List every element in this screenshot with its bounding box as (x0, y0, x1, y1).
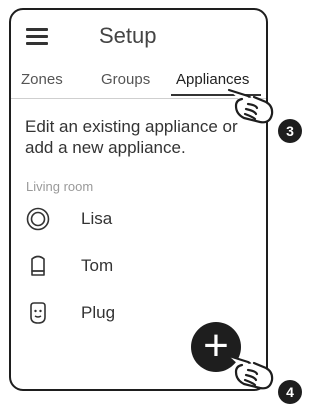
step-number-badge: 4 (278, 380, 302, 404)
tall-speaker-icon (31, 255, 45, 276)
description-text: Edit an existing appliance or add a new … (25, 117, 238, 157)
room-label: Living room (26, 179, 94, 194)
tab-groups[interactable]: Groups (101, 71, 150, 88)
appliance-item-tom[interactable]: Tom (25, 253, 225, 279)
appliance-item-lisa[interactable]: Lisa (25, 206, 225, 232)
hamburger-menu-icon[interactable] (26, 27, 50, 45)
round-speaker-icon (26, 207, 50, 231)
pointing-hand-icon (227, 88, 274, 124)
appliance-item-plug[interactable]: Plug (25, 300, 225, 326)
step-number-badge: 3 (278, 119, 302, 143)
tab-zones[interactable]: Zones (21, 71, 63, 88)
appliance-label: Plug (81, 303, 116, 322)
phone-frame: Setup Zones Groups Appliances Edit an ex… (9, 8, 268, 391)
plug-icon (30, 302, 46, 324)
appliance-label: Lisa (81, 209, 113, 228)
pointing-hand-icon (227, 354, 274, 390)
appliance-label: Tom (81, 256, 114, 275)
page-title: Setup (99, 23, 157, 48)
